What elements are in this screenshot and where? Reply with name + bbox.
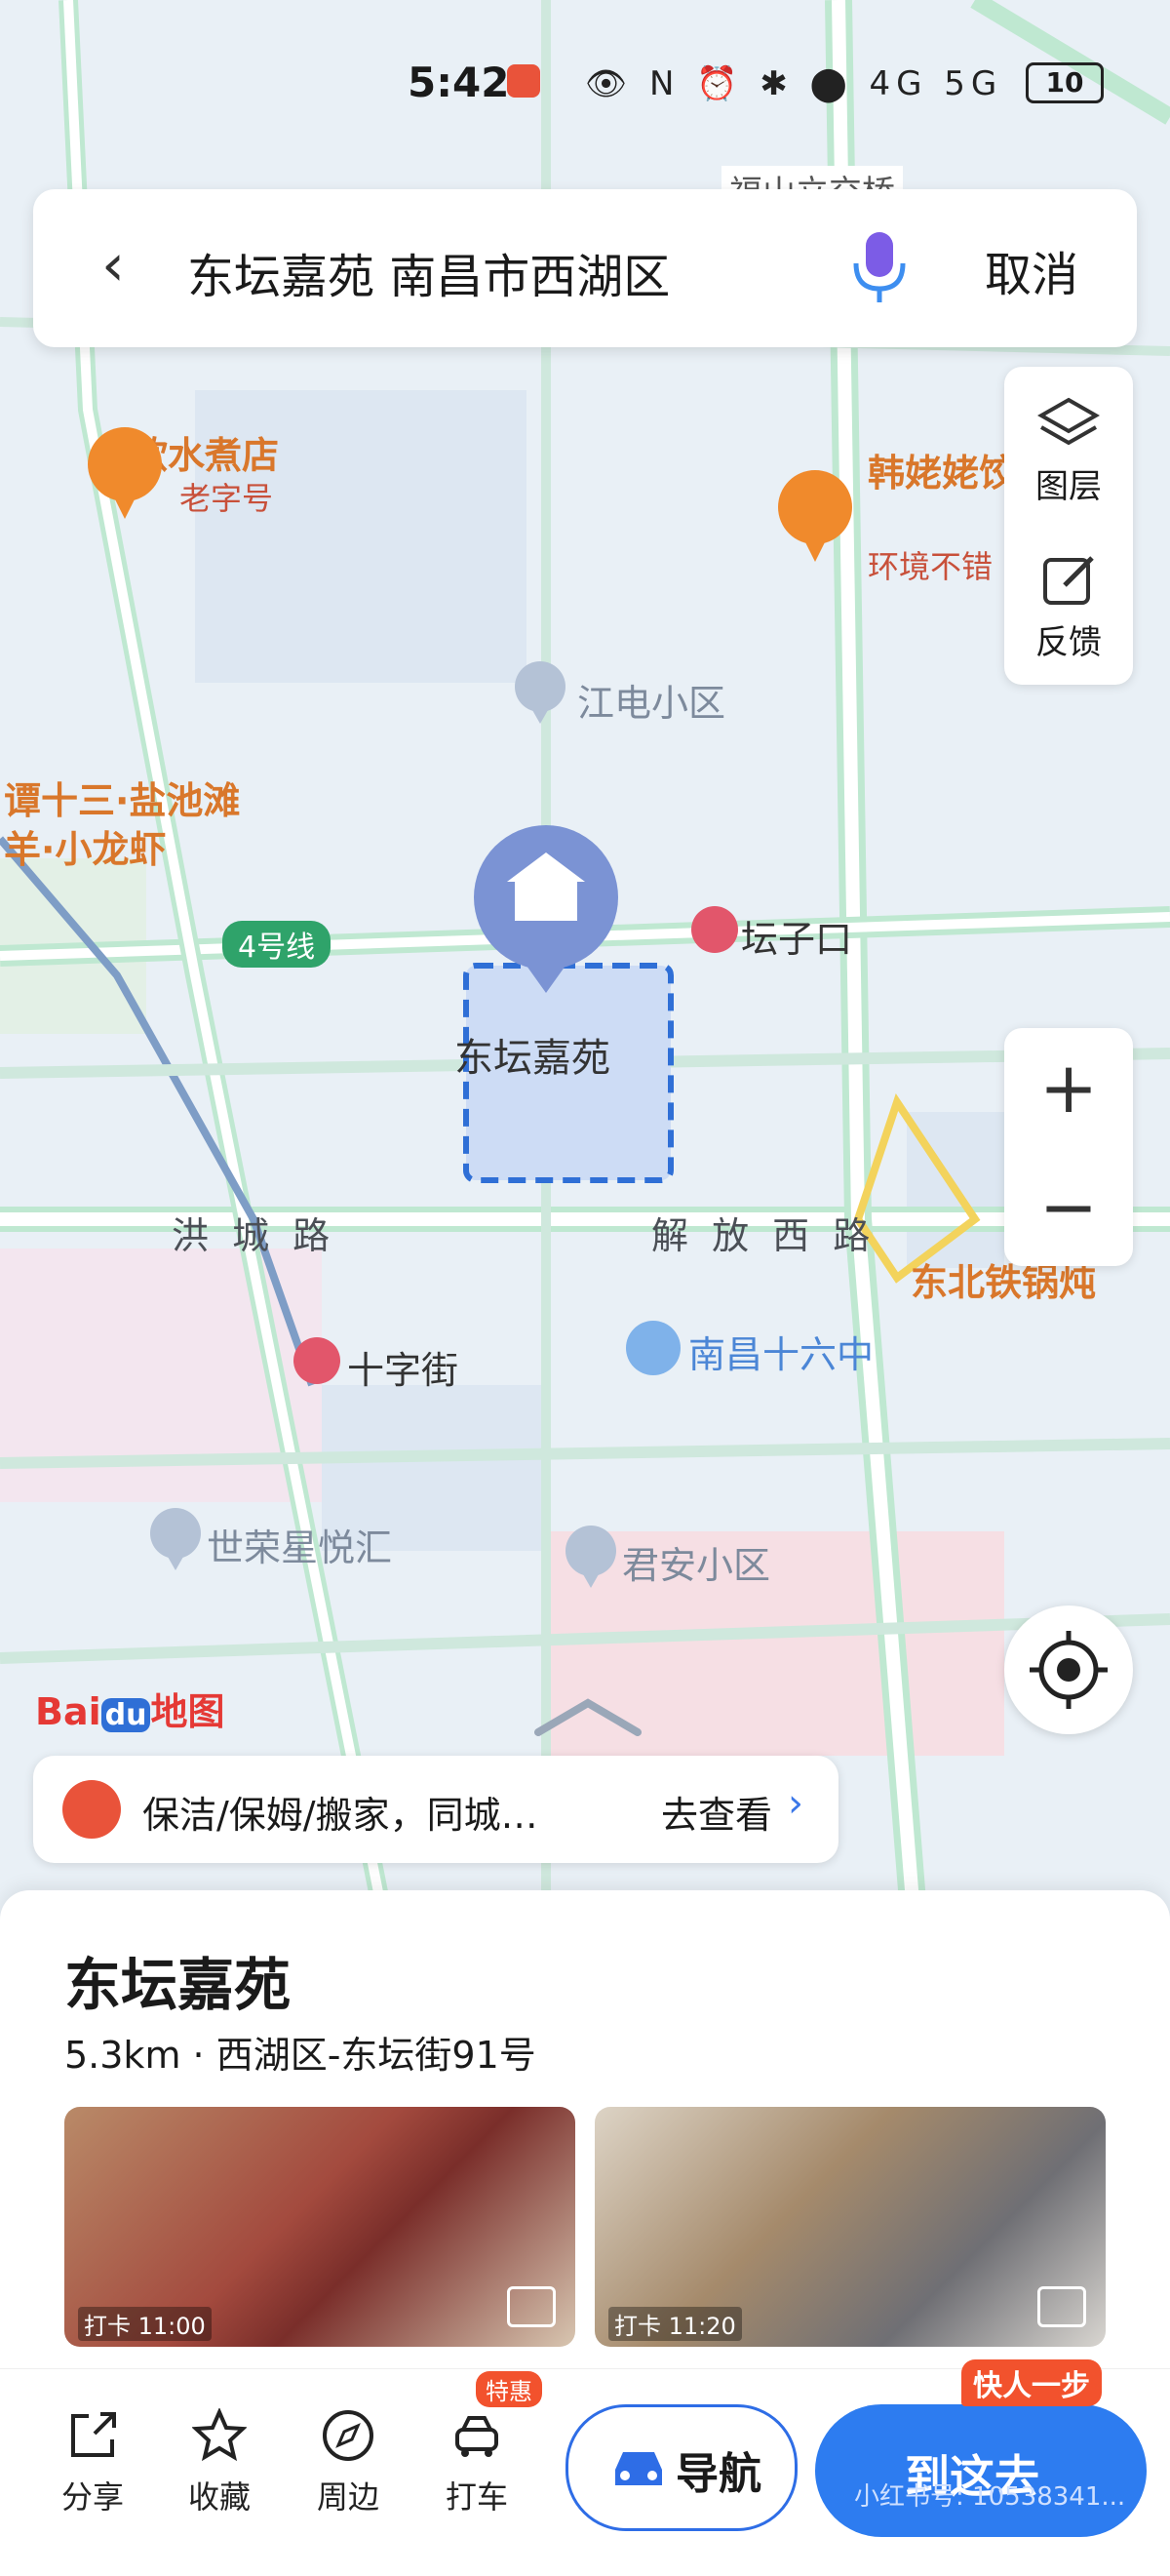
cancel-button[interactable]: 取消 — [985, 236, 1078, 304]
map-tools-panel: 图层 反馈 — [1004, 367, 1133, 685]
compass-icon — [323, 2410, 373, 2461]
metro-station-icon[interactable] — [292, 1336, 341, 1385]
edit-icon — [1043, 556, 1094, 605]
residence-marker-icon[interactable] — [562, 1524, 620, 1592]
go-here-tag: 快人一步 — [961, 2359, 1102, 2406]
search-bar: ‹ 东坛嘉苑 南昌市西湖区 取消 — [33, 189, 1137, 347]
logo-text: 地图 — [150, 1690, 225, 1733]
navigate-button[interactable]: 导航 — [566, 2404, 798, 2531]
service-icon — [62, 1780, 121, 1839]
metro-station-icon[interactable] — [690, 905, 739, 954]
service-promo-banner[interactable]: 保洁/保姆/搬家，同城… 去查看 › — [33, 1756, 838, 1863]
share-icon — [71, 2412, 116, 2457]
place-title: 东坛嘉苑 — [64, 1952, 292, 2018]
crosshair-icon — [1030, 1631, 1108, 1709]
photo-stamp: 打卡 11:00 — [78, 2307, 212, 2341]
locate-button[interactable] — [1004, 1605, 1133, 1734]
chevron-left-icon[interactable]: ‹ — [101, 236, 125, 295]
share-button[interactable]: 分享 — [39, 2408, 146, 2517]
taxi-promo-badge: 特惠 — [476, 2371, 542, 2407]
promo-text: 保洁/保姆/搬家，同城… — [142, 1794, 538, 1837]
restaurant-marker-icon[interactable] — [86, 425, 164, 523]
poi-label[interactable]: 南昌十六中 — [688, 1325, 874, 1378]
star-icon — [192, 2408, 247, 2462]
taxi-icon — [455, 2416, 498, 2457]
place-address: 5.3km · 西湖区-东坛街91号 — [64, 2034, 536, 2077]
image-icon — [507, 2286, 556, 2327]
target-place-label[interactable]: 东坛嘉苑 — [454, 1026, 610, 1083]
residence-marker-icon[interactable] — [146, 1506, 205, 1574]
metro-station-label[interactable]: 坛子口 — [741, 909, 852, 963]
feedback-button[interactable]: 反馈 — [1004, 552, 1133, 663]
layers-label: 图层 — [1035, 467, 1102, 506]
status-bar: 5:42 👁 N ⏰ ✱ ⬤ 4G 5G 10 — [0, 59, 1170, 117]
road-label: 解 放 西 路 — [651, 1214, 877, 1257]
poi-sublabel: 老字号 — [179, 480, 274, 517]
status-time: 5:42 — [408, 59, 510, 106]
nearby-label: 周边 — [316, 2478, 379, 2516]
poi-sublabel: 环境不错 — [868, 548, 994, 585]
metro-station-label[interactable]: 十字街 — [347, 1340, 458, 1394]
layers-button[interactable]: 图层 — [1004, 396, 1133, 507]
baidu-map-logo: Bai du 地图 — [35, 1682, 225, 1735]
feedback-label: 反馈 — [1035, 623, 1102, 662]
place-photo[interactable]: 打卡 11:00 — [64, 2107, 575, 2347]
layers-icon — [1036, 397, 1101, 446]
school-marker-icon[interactable] — [624, 1319, 682, 1377]
taxi-label: 打车 — [445, 2478, 508, 2516]
restaurant-marker-icon[interactable] — [776, 468, 854, 566]
status-icons: 👁 N ⏰ ✱ ⬤ 4G 5G — [585, 64, 1003, 103]
poi-label[interactable]: 世荣星悦汇 — [207, 1518, 392, 1571]
image-icon — [1037, 2286, 1086, 2327]
photo-stamp: 打卡 11:20 — [608, 2307, 742, 2341]
residence-marker-icon[interactable] — [511, 659, 569, 728]
promo-action-link[interactable]: 去查看 — [661, 1785, 772, 1839]
share-label: 分享 — [60, 2478, 124, 2516]
battery-icon: 10 — [1026, 62, 1104, 103]
poi-label[interactable]: 江电小区 — [577, 673, 725, 727]
logo-text: du — [100, 1698, 151, 1732]
search-query[interactable]: 东坛嘉苑 南昌市西湖区 — [187, 238, 670, 306]
zoom-out-button[interactable]: − — [1004, 1147, 1133, 1266]
logo-text: Bai — [35, 1690, 101, 1733]
metro-line-badge: 4号线 — [222, 921, 332, 968]
go-here-button[interactable]: 到这去 — [815, 2404, 1147, 2537]
recording-indicator-icon — [507, 64, 540, 98]
taxi-button[interactable]: 打车 — [423, 2408, 530, 2517]
chevron-up-icon[interactable] — [534, 1697, 642, 1736]
microphone-icon[interactable] — [848, 228, 911, 306]
favorite-label: 收藏 — [187, 2478, 251, 2516]
navigate-label: 导航 — [676, 2449, 761, 2499]
zoom-in-button[interactable]: + — [1004, 1028, 1133, 1147]
favorite-button[interactable]: 收藏 — [166, 2408, 273, 2517]
place-detail-panel: 东坛嘉苑 5.3km · 西湖区-东坛街91号 打卡 11:00 打卡 11:2… — [0, 1890, 1170, 2576]
watermark: 小红书号: 10538341... — [854, 2482, 1126, 2512]
chevron-right-icon: › — [788, 1781, 803, 1826]
zoom-control: + − — [1004, 1028, 1133, 1266]
poi-label[interactable]: 君安小区 — [622, 1535, 770, 1589]
action-bar: 分享 收藏 周边 打车 特惠 导航 到这去 快人一步 小红书号: 1053834… — [0, 2359, 1170, 2576]
road-label: 洪 城 路 — [172, 1214, 336, 1257]
car-icon — [615, 2452, 662, 2485]
nearby-button[interactable]: 周边 — [294, 2408, 402, 2517]
poi-label[interactable]: 谭十三·盐池滩羊·小龙虾 — [4, 776, 257, 874]
place-photo[interactable]: 打卡 11:20 — [595, 2107, 1106, 2347]
